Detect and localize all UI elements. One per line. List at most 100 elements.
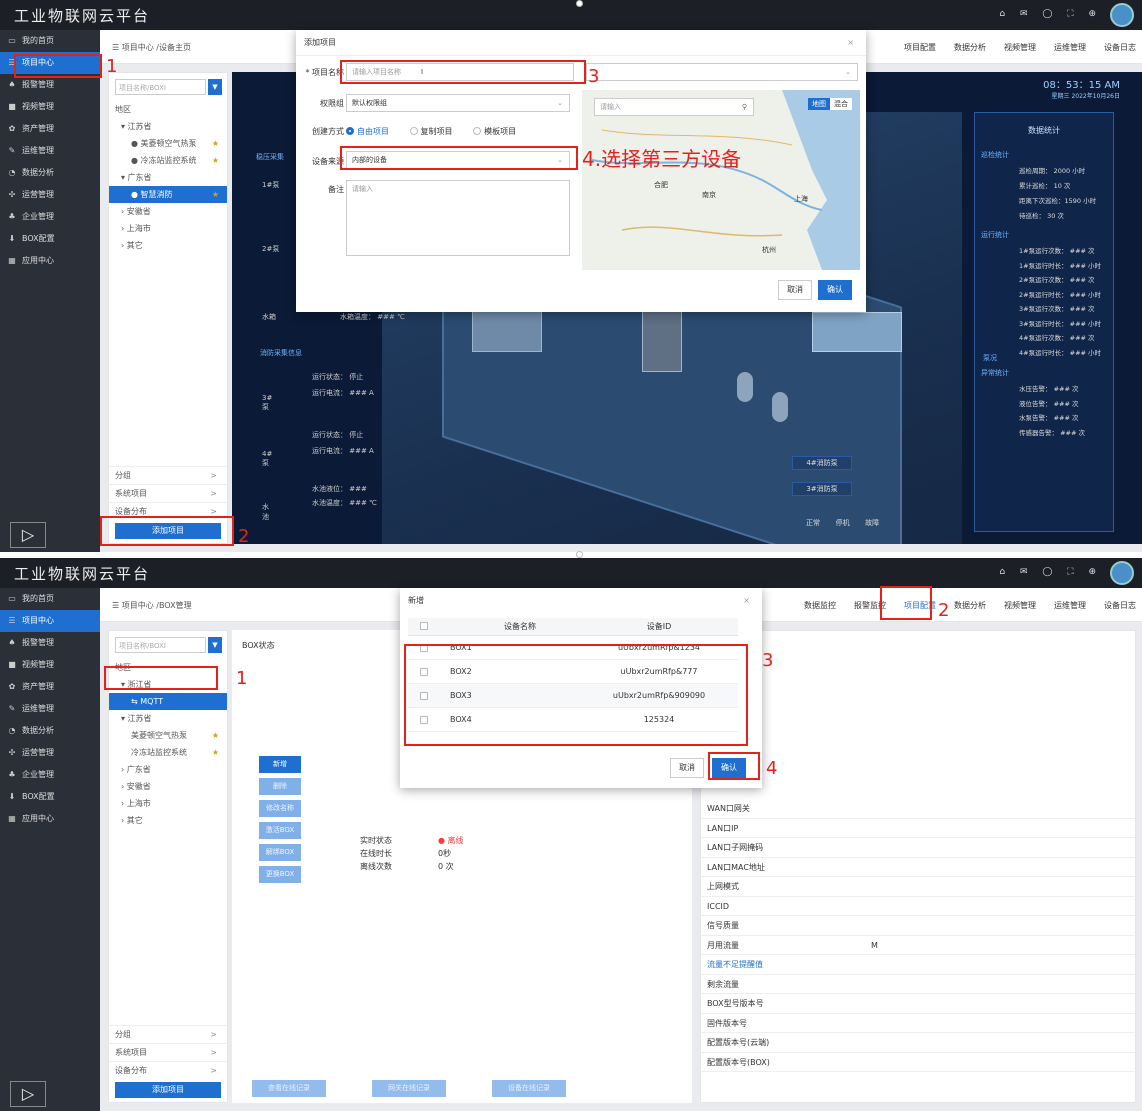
permission-select[interactable]: 默认权限组 ⌄ (346, 94, 570, 112)
sidebar-item[interactable]: ♣ 企业管理 (0, 206, 100, 228)
tree-node[interactable]: 美菱顿空气热泵 ★ (109, 727, 227, 744)
box-button-4[interactable]: 解绑BOX (259, 844, 301, 861)
location-map[interactable]: 请输入 ⚲ 地图 混合 合肥 上海 杭州 南京 (582, 90, 860, 270)
box-button-5[interactable]: 更换BOX (259, 866, 301, 883)
sidebar-item[interactable]: ✿ 资产管理 (0, 676, 100, 698)
tree-node[interactable]: ● 冷冻站监控系统 ★ (109, 152, 227, 169)
star-icon[interactable]: ★ (212, 152, 219, 169)
sidebar-item[interactable]: ✿ 资产管理 (0, 118, 100, 140)
sidebar-item[interactable]: ✎ 运维管理 (0, 698, 100, 720)
top-icons[interactable]: ⌂ ✉ ◯ ⛶ ⊕ (999, 567, 1102, 577)
nav-tab[interactable]: 项目配置 (904, 43, 936, 52)
tree-footer-system[interactable]: 系统项目 (109, 1043, 227, 1062)
radio-copy-project[interactable]: 复制项目 (409, 127, 453, 136)
sidebar-item[interactable]: ⬇ BOX配置 (0, 786, 100, 808)
tree-footer-group[interactable]: 分组 (109, 466, 227, 485)
tree-search-input[interactable]: 项目名称/BOXI⚲ (115, 79, 221, 95)
star-icon[interactable]: ★ (212, 744, 219, 761)
tree-footer-group[interactable]: 分组 (109, 1025, 227, 1044)
tree-footer-distribution[interactable]: 设备分布 (109, 1061, 227, 1080)
sidebar-item[interactable]: ☰ 项目中心 (0, 610, 100, 632)
tree-node-label: ▾ 广东省 (121, 173, 152, 182)
sidebar-item[interactable]: ✣ 运营管理 (0, 184, 100, 206)
close-icon[interactable]: × (847, 30, 854, 56)
tree-node[interactable]: ▾ 江苏省 (109, 710, 227, 727)
tree-node[interactable]: ● 智慧消防 ★ (109, 186, 227, 203)
close-icon[interactable]: × (743, 588, 750, 614)
tree-node[interactable]: › 安徽省 (109, 778, 227, 795)
tree-search-input[interactable]: 项目名称/BOXI⚲ (115, 637, 221, 653)
tree-node[interactable]: › 广东省 (109, 761, 227, 778)
nav-tab[interactable]: 设备日志 (1104, 43, 1136, 52)
sidebar-item[interactable]: ✣ 运营管理 (0, 742, 100, 764)
user-avatar[interactable] (1110, 3, 1134, 27)
user-avatar[interactable] (1110, 561, 1134, 585)
tree-node[interactable]: › 上海市 (109, 795, 227, 812)
nav-tab[interactable]: 视频管理 (1004, 601, 1036, 610)
box-button-2[interactable]: 修改名称 (259, 800, 301, 817)
radio-free-project[interactable]: 自由项目 (346, 127, 389, 136)
confirm-button[interactable]: 确认 (818, 280, 852, 300)
star-icon[interactable]: ★ (212, 186, 219, 203)
map-search-input[interactable]: 请输入 ⚲ (594, 98, 754, 116)
star-icon[interactable]: ★ (212, 727, 219, 744)
box-icon: ⬇ (8, 234, 16, 243)
tree-node[interactable]: › 其它 (109, 812, 227, 829)
nav-tab[interactable]: 运维管理 (1054, 43, 1086, 52)
sidebar-item[interactable]: ▦ 应用中心 (0, 250, 100, 272)
add-project-button[interactable]: 添加项目 (115, 1082, 221, 1098)
sidebar-item[interactable]: ⬇ BOX配置 (0, 228, 100, 250)
map-tab-map[interactable]: 地图 (808, 98, 830, 110)
device-online-record-button[interactable]: 设备在线记录 (492, 1080, 566, 1097)
apps-icon: ▦ (8, 256, 16, 265)
nav-tab[interactable]: 数据分析 (954, 601, 986, 610)
nav-tab[interactable]: 数据监控 (804, 601, 836, 610)
nav-tab[interactable]: 设备日志 (1104, 601, 1136, 610)
top-icons[interactable]: ⌂ ✉ ◯ ⛶ ⊕ (999, 9, 1102, 19)
pump3-tag[interactable]: 3#消防泵 (792, 482, 852, 496)
play-icon[interactable]: ▷ (10, 522, 46, 548)
tree-node[interactable]: ● 美菱顿空气热泵 ★ (109, 135, 227, 152)
box-button-0[interactable]: 新增 (259, 756, 301, 773)
cancel-button[interactable]: 取消 (670, 758, 704, 778)
filter-icon[interactable]: ▼ (208, 637, 222, 653)
tree-node[interactable]: › 其它 (109, 237, 227, 254)
sidebar-item[interactable]: ■ 视频管理 (0, 654, 100, 676)
gateway-online-record-button[interactable]: 网关在线记录 (372, 1080, 446, 1097)
radio-template-project[interactable]: 模板项目 (473, 127, 516, 136)
sidebar-item[interactable]: ✎ 运维管理 (0, 140, 100, 162)
sidebar-item[interactable]: ▭ 我的首页 (0, 588, 100, 610)
sidebar-item[interactable]: ♣ 企业管理 (0, 764, 100, 786)
note-textarea[interactable]: 请输入 (346, 180, 570, 256)
tree-node[interactable]: ▾ 江苏省 (109, 118, 227, 135)
select-all-checkbox[interactable] (420, 622, 428, 630)
filter-icon[interactable]: ▼ (208, 79, 222, 95)
tree-node[interactable]: 地区 (109, 101, 227, 118)
sidebar-item[interactable]: ▭ 我的首页 (0, 30, 100, 52)
nav-tab[interactable]: 视频管理 (1004, 43, 1036, 52)
sidebar-item[interactable]: ♠ 报警管理 (0, 632, 100, 654)
tree-node[interactable]: › 上海市 (109, 220, 227, 237)
box-button-1[interactable]: 删除 (259, 778, 301, 795)
legend-normal: 正常 (806, 519, 820, 527)
sidebar-item[interactable]: ▦ 应用中心 (0, 808, 100, 830)
sidebar-item[interactable]: ◔ 数据分析 (0, 162, 100, 184)
play-icon[interactable]: ▷ (10, 1081, 46, 1107)
sidebar-item-label: 企业管理 (22, 770, 54, 779)
map-tab-hybrid[interactable]: 混合 (830, 98, 852, 110)
pump4-tag[interactable]: 4#消防泵 (792, 456, 852, 470)
tree-footer-system[interactable]: 系统项目 (109, 484, 227, 503)
sidebar-item[interactable]: ◔ 数据分析 (0, 720, 100, 742)
tree-node[interactable]: 冷冻站监控系统 ★ (109, 744, 227, 761)
address-input[interactable]: ⌄ (586, 63, 858, 81)
tree-node[interactable]: ⇆ MQTT (109, 693, 227, 710)
tree-node[interactable]: ▾ 广东省 (109, 169, 227, 186)
cancel-button[interactable]: 取消 (778, 280, 812, 300)
sidebar-item[interactable]: ■ 视频管理 (0, 96, 100, 118)
tree-node[interactable]: › 安徽省 (109, 203, 227, 220)
nav-tab[interactable]: 运维管理 (1054, 601, 1086, 610)
view-online-record-button[interactable]: 查看在线记录 (252, 1080, 326, 1097)
nav-tab[interactable]: 数据分析 (954, 43, 986, 52)
box-button-3[interactable]: 激活BOX (259, 822, 301, 839)
star-icon[interactable]: ★ (212, 135, 219, 152)
